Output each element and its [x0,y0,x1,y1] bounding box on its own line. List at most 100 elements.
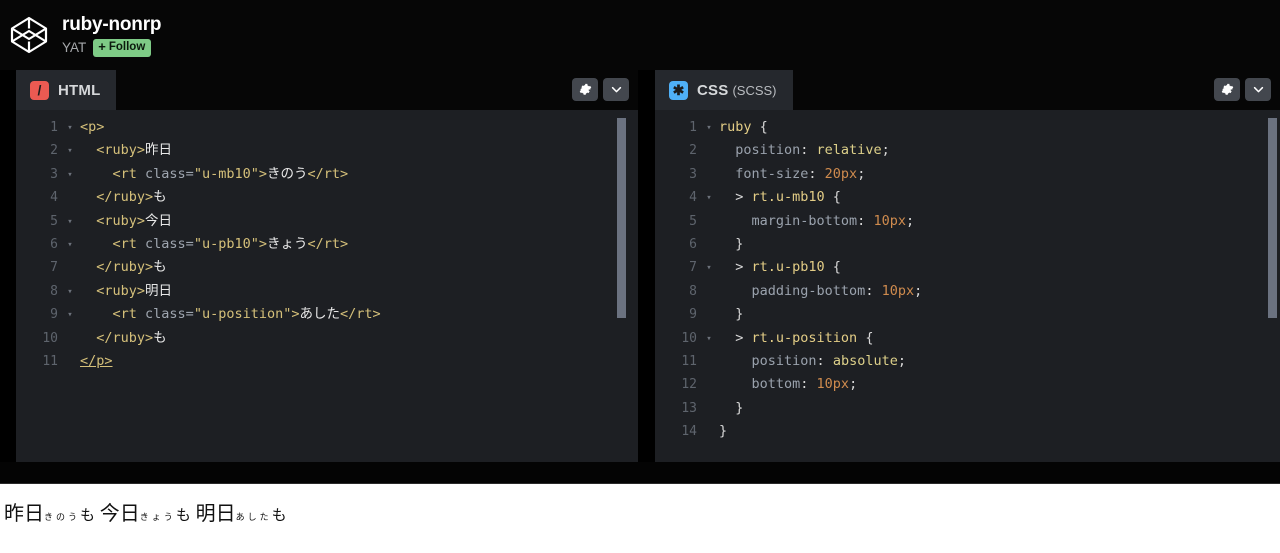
line-number: 4 [689,190,697,206]
tab-html[interactable]: / HTML [16,70,117,110]
line-number: 5 [50,213,58,229]
line-number: 8 [689,283,697,299]
code-line: 10 </ruby>も [16,327,638,350]
code-text: position: relative; [719,142,890,159]
line-number: 13 [681,400,697,416]
code-line: 4 ▾ > rt.u-mb10 { [655,186,1280,209]
fold-arrow-icon[interactable]: ▾ [701,116,717,140]
line-number: 11 [42,353,58,369]
ruby-annotation: あした [235,513,272,523]
code-text: <rt class="u-mb10">きのう</rt> [112,165,349,182]
css-code-area[interactable]: 1 ▾ ruby {2 position: relative; 3 font-size… [655,110,1280,443]
code-text: margin-bottom: 10px; [719,212,915,229]
code-text: ruby { [719,119,768,135]
code-text: bottom: 10px; [719,376,858,393]
ruby-base: 今日 [99,501,140,525]
line-number: 11 [681,353,697,369]
line-number: 10 [42,330,58,346]
code-line: 10 ▾ > rt.u-position { [655,327,1280,350]
editors-left-edge [0,70,16,462]
code-text: </ruby>も [96,189,167,206]
line-number: 1 [50,120,58,135]
line-number: 6 [50,236,58,252]
code-line: 9 } [655,303,1280,326]
fold-arrow-icon[interactable]: ▾ [62,116,78,140]
html-scrollbar-thumb[interactable] [617,118,626,318]
code-line: 7 ▾ > rt.u-pb10 { [655,256,1280,279]
code-text: > rt.u-position { [719,329,874,346]
html-header-buttons [572,78,629,101]
fold-arrow-icon[interactable]: ▾ [701,256,717,280]
fold-arrow-icon[interactable]: ▾ [62,303,78,327]
html-editor-pane: / HTML 1 ▾ <p> 2 ▾ <ruby>昨日 3 ▾ <rt clas… [16,70,638,462]
line-number: 8 [50,283,58,299]
line-number: 7 [50,260,58,276]
code-line: 2 position: relative; [655,139,1280,162]
code-text: > rt.u-mb10 { [719,189,841,206]
follow-button-label: Follow [108,40,146,53]
fold-arrow-icon[interactable]: ▾ [62,139,78,163]
code-text: } [719,399,744,416]
line-number: 1 [689,120,697,135]
editors-row: / HTML 1 ▾ <p> 2 ▾ <ruby>昨日 3 ▾ <rt clas… [0,70,1280,462]
css-editor-body[interactable]: 1 ▾ ruby {2 position: relative; 3 font-size… [655,110,1280,462]
code-text: position: absolute; [719,352,906,369]
line-number: 2 [689,143,697,159]
code-text: </ruby>も [96,329,167,346]
ruby-group: 今日きょう [100,501,176,525]
code-text: <rt class="u-pb10">きょう</rt> [112,235,349,252]
ruby-suffix: も [175,506,196,524]
html-collapse-button[interactable] [603,78,629,101]
code-line: 11 </p> [16,350,638,373]
code-text: padding-bottom: 10px; [719,282,923,299]
css-asterisk-icon: ✱ [669,80,688,100]
css-tab-label: CSS [697,81,729,99]
html-code-area[interactable]: 1 ▾ <p> 2 ▾ <ruby>昨日 3 ▾ <rt class="u-mb10">きの… [16,110,638,373]
code-text: font-size: 20px; [719,165,866,182]
line-number: 14 [681,424,697,440]
line-number: 12 [681,377,697,393]
pen-author[interactable]: YAT [62,40,86,56]
codepen-app: ruby-nonrp YAT + Follow / HTML 1 ▾ <p> 2… [0,0,1280,553]
code-line: 2 ▾ <ruby>昨日 [16,139,638,162]
code-line: 1 ▾ <p> [16,116,638,139]
code-line: 6 } [655,233,1280,256]
code-line: 3 font-size: 20px; [655,163,1280,186]
css-collapse-button[interactable] [1245,78,1271,101]
html-editor-body[interactable]: 1 ▾ <p> 2 ▾ <ruby>昨日 3 ▾ <rt class="u-mb10">きの… [16,110,638,462]
code-line: 7 </ruby>も [16,256,638,279]
code-text: } [719,423,728,440]
fold-arrow-icon[interactable]: ▾ [62,233,78,257]
html-slash-icon: / [30,80,49,100]
fold-arrow-icon[interactable]: ▾ [62,210,78,234]
plus-icon: + [98,39,106,54]
line-number: 3 [689,166,697,182]
ruby-annotation: きのう [44,513,81,523]
code-text: <ruby>今日 [96,212,173,229]
css-scrollbar-thumb[interactable] [1268,118,1277,318]
fold-arrow-icon[interactable]: ▾ [701,186,717,210]
line-number: 4 [50,190,58,206]
css-header-buttons [1214,78,1271,101]
preview-resize-bar[interactable] [0,462,1280,484]
pen-header-bar: ruby-nonrp YAT + Follow [0,0,1280,70]
fold-arrow-icon[interactable]: ▾ [62,163,78,187]
pen-byline: YAT + Follow [62,38,161,57]
code-text: <ruby>昨日 [96,142,173,159]
tab-css[interactable]: ✱ CSS (SCSS) [655,70,793,110]
code-line: 11 position: absolute; [655,350,1280,373]
follow-button[interactable]: + Follow [93,38,152,57]
line-number: 5 [689,213,697,229]
fold-arrow-icon[interactable]: ▾ [62,280,78,304]
code-text: <p> [80,119,105,135]
codepen-logo-icon[interactable] [6,12,52,58]
css-settings-button[interactable] [1214,78,1240,101]
ruby-suffix: も [80,506,100,524]
line-number: 7 [689,260,697,276]
fold-arrow-icon[interactable]: ▾ [701,327,717,351]
code-line: 1 ▾ ruby { [655,116,1280,139]
line-number: 10 [681,330,697,346]
editor-splitter[interactable] [638,70,655,462]
html-settings-button[interactable] [572,78,598,101]
result-preview-iframe: 昨日きのうも 今日きょうも 明日あしたも [0,484,1280,553]
